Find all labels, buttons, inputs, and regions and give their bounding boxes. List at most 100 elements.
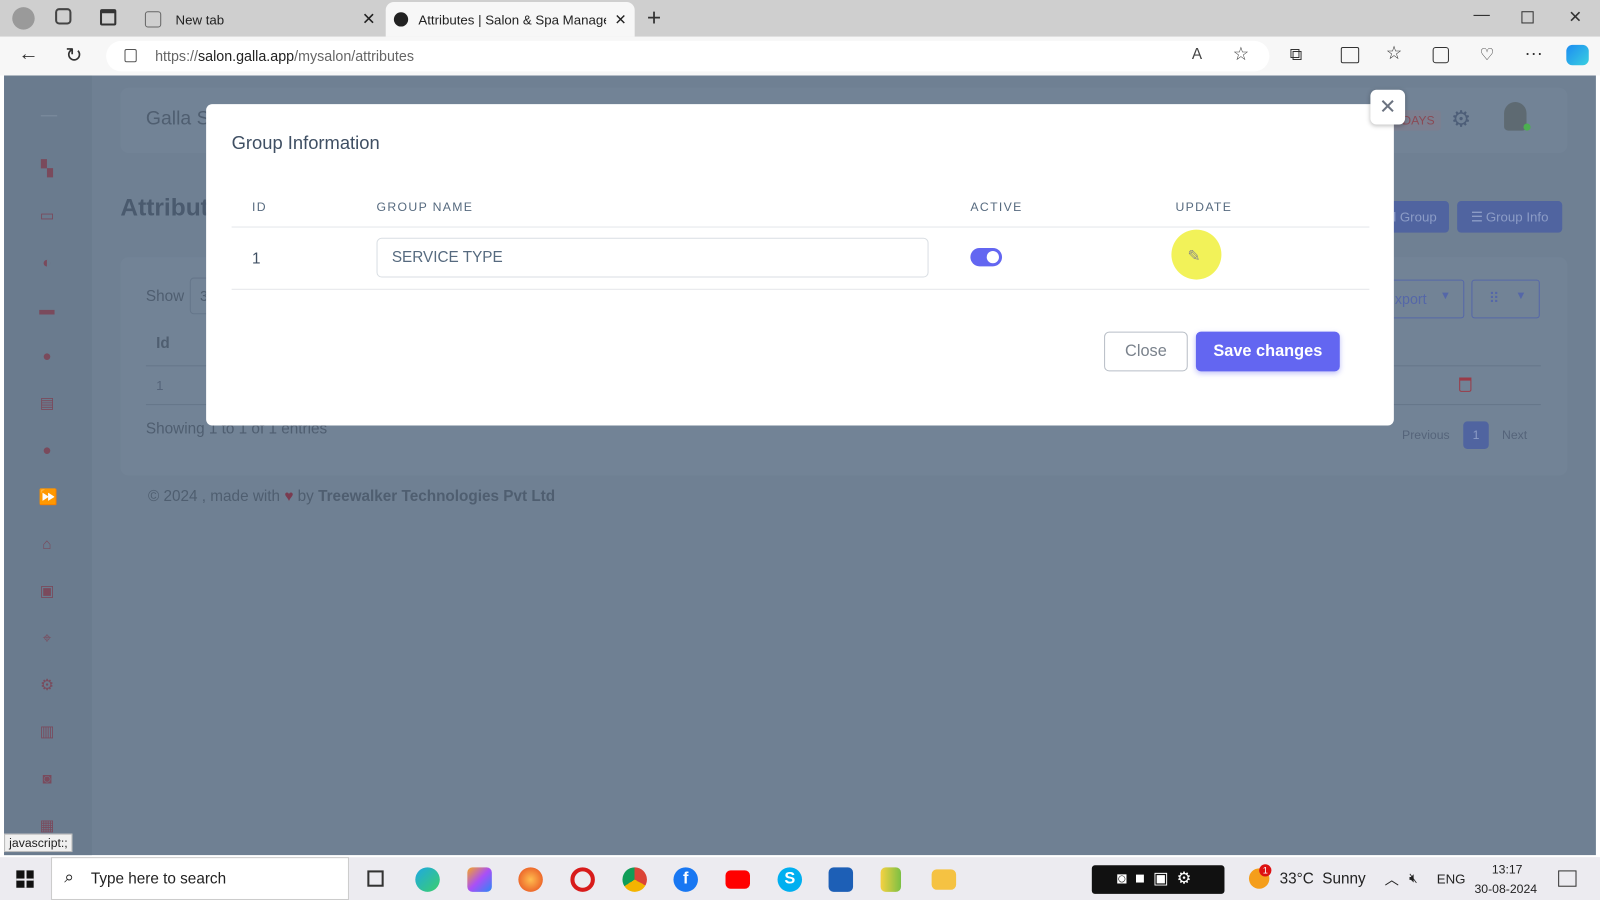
brand-name: Galla S [145,108,210,130]
copilot-icon[interactable] [1566,44,1589,66]
store-taskbar-icon[interactable] [828,867,854,892]
screen-icon[interactable]: ▣ [1153,870,1177,887]
extensions-icon[interactable]: ⧉ [1290,45,1302,65]
tab-new-tab[interactable]: New tab ✕ [141,2,384,37]
refresh-button[interactable]: ↻ [65,43,82,69]
group-info-button[interactable]: ☰ Group Info [1457,201,1563,233]
tab-attributes[interactable]: Attributes | Salon & Spa Managem ✕ [385,2,635,37]
close-window-button[interactable]: ✕ [1568,7,1582,27]
modal-close-button[interactable]: ✕ [1370,89,1406,125]
split-screen-icon[interactable] [1340,46,1360,64]
language-indicator[interactable]: ENG [1437,871,1466,886]
modal-title: Group Information [231,132,380,154]
workspaces-icon[interactable] [55,8,72,25]
lock-icon[interactable] [124,48,137,63]
collections-icon[interactable] [1432,46,1449,64]
pagination-previous[interactable]: Previous [1402,428,1450,442]
active-toggle[interactable] [970,247,1003,267]
basket-icon[interactable]: ⌂ [39,536,55,553]
taskbar-search-box[interactable]: ⌕ Type here to search [51,857,349,900]
restore-button[interactable] [1521,11,1534,24]
vertical-tabs-icon[interactable] [99,9,117,26]
report-icon[interactable]: ▥ [39,724,55,740]
close-icon: ✕ [1379,95,1397,119]
settings-gear-icon[interactable]: ⚙ [1451,106,1471,133]
show-hidden-icons-chevron-icon[interactable]: ︿ [1385,869,1399,889]
list-icon: ☰ [1470,208,1483,224]
column-header-update: UPDATE [1175,199,1233,215]
clock-date[interactable]: 30-08-2024 [1474,882,1537,896]
url-path: /mysalon/attributes [294,47,414,65]
page-number: 1 [1472,427,1480,442]
user-avatar[interactable] [1504,102,1531,131]
app-taskbar-icon[interactable] [880,867,902,892]
youtube-taskbar-icon[interactable] [725,870,750,889]
search-icon: ⌕ [64,867,75,887]
contacts-icon[interactable]: ▣ [39,583,55,600]
tab-label: Attributes | Salon & Spa Managem [418,11,607,28]
back-button[interactable]: ← [18,43,38,66]
file-explorer-taskbar-icon[interactable] [931,869,957,890]
dashboard-icon[interactable]: ▚ [39,161,55,177]
skype-taskbar-icon[interactable]: S [777,867,803,892]
read-aloud-icon[interactable]: A [1192,46,1202,63]
edge-taskbar-icon[interactable] [415,867,440,892]
column-visibility-button[interactable]: ⠿ ▼ [1471,279,1540,319]
chrome-taskbar-icon[interactable] [622,867,647,892]
camera-icon[interactable]: ◙ [1117,870,1135,887]
location-icon[interactable]: ⌖ [39,630,55,647]
close-label: Close [1125,342,1167,361]
close-tab-icon[interactable]: ✕ [615,11,627,28]
video-icon[interactable]: ■ [1135,870,1153,887]
user-circle-icon[interactable]: ● [39,442,55,459]
favorite-star-icon[interactable]: ☆ [1233,44,1249,65]
add-group-label: l Group [1393,209,1437,225]
pagination-next[interactable]: Next [1502,428,1527,442]
footer-by: by [297,487,314,506]
close-button[interactable]: Close [1104,331,1188,372]
task-view-icon[interactable] [367,870,384,887]
weather-icon[interactable]: 1 [1248,864,1272,889]
new-tab-button[interactable]: + [647,4,661,33]
forward-icon[interactable]: ⏩ [39,489,58,506]
group-name-input[interactable] [376,237,929,278]
browser-essentials-icon[interactable]: ♡ [1480,45,1495,65]
capture-toolbar[interactable]: ◙■▣⚙ [1091,865,1225,894]
settings-icon[interactable]: ⚙ [1177,870,1200,887]
sidebar-toggle-icon[interactable] [40,115,58,117]
close-tab-icon[interactable]: ✕ [362,9,376,29]
user-icon[interactable]: ● [39,348,55,365]
calendar-icon[interactable]: ▦ [39,818,55,834]
folder-icon[interactable]: ▭ [39,208,55,224]
profile-icon[interactable] [12,7,35,30]
opera-taskbar-icon[interactable] [570,867,595,892]
export-label: xport [1394,290,1427,308]
clock-time[interactable]: 13:17 [1492,862,1523,876]
more-menu-icon[interactable]: ··· [1524,43,1542,64]
favorites-icon[interactable]: ☆ [1386,43,1402,64]
firefox-taskbar-icon[interactable] [518,867,543,892]
minimize-button[interactable]: — [1473,6,1489,24]
update-edit-button[interactable]: ✎ [1184,247,1204,267]
url-field[interactable]: https://salon.galla.app/mysalon/attribut… [106,40,1270,72]
show-entries-label: Show [145,287,185,306]
volume-muted-icon[interactable]: 🔇︎ [1409,870,1417,886]
pagination-page-1[interactable]: 1 [1463,421,1489,449]
group-info-label: Group Info [1485,209,1549,225]
footer-company-link[interactable]: Treewalker Technologies Pvt Ltd [318,488,555,505]
camera-icon[interactable]: ◙ [39,771,55,787]
save-changes-button[interactable]: Save changes [1195,331,1340,372]
windows-start-icon[interactable] [16,870,34,888]
save-label: Save changes [1213,342,1323,361]
page-title: Attribut [120,193,209,222]
delete-trash-icon[interactable] [1459,377,1472,392]
copilot-taskbar-icon[interactable] [467,867,492,892]
url-text: https://salon.galla.app/mysalon/attribut… [155,48,414,64]
document-icon[interactable]: ▤ [39,395,55,412]
weather-text[interactable]: 33°C Sunny [1280,870,1366,887]
ticket-icon[interactable]: ▬ [39,302,55,318]
notifications-icon[interactable] [1558,870,1577,887]
contrast-icon[interactable]: ◐ [39,255,55,271]
gear-icon[interactable]: ⚙ [39,677,55,694]
facebook-taskbar-icon[interactable]: f [673,867,698,892]
